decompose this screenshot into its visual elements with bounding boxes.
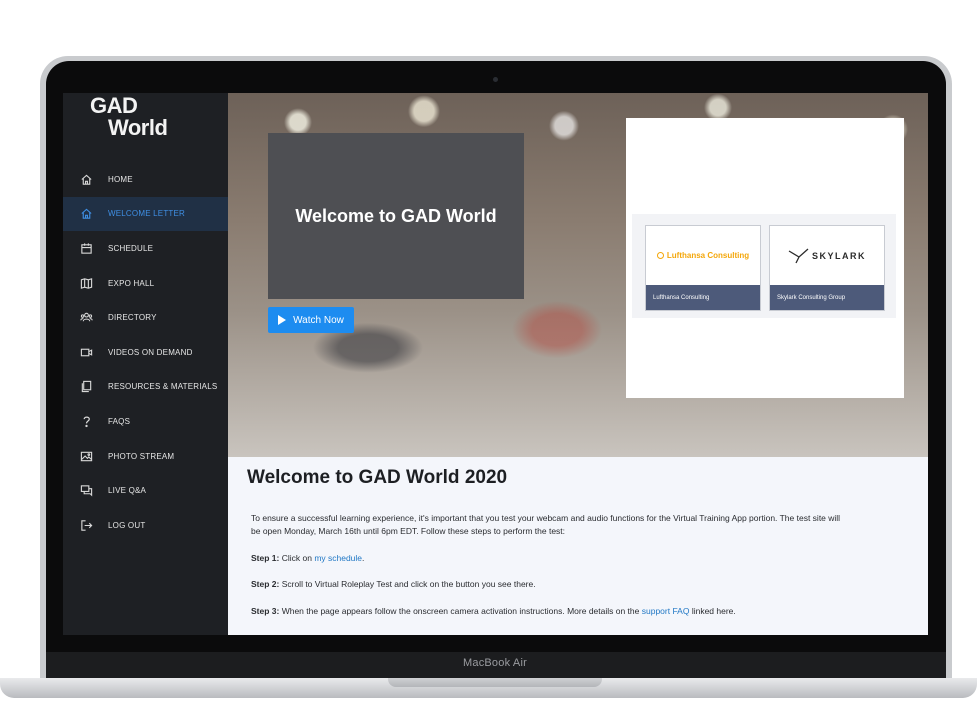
skylark-logo: SKYLARK <box>788 247 866 265</box>
step-label: Step 3: <box>251 606 280 616</box>
sponsor-panel: Lufthansa Consulting Lufthansa Consultin… <box>626 118 904 398</box>
sidebar-item-resources-materials[interactable]: RESOURCES & MATERIALS <box>63 370 228 405</box>
sidebar-item-label: RESOURCES & MATERIALS <box>108 382 218 392</box>
welcome-letter-content: Welcome to GAD World 2020 To ensure a su… <box>228 457 928 635</box>
watch-now-label: Watch Now <box>293 314 344 326</box>
sidebar-item-label: SCHEDULE <box>108 243 154 253</box>
sidebar-item-log-out[interactable]: LOG OUT <box>63 508 228 543</box>
intro-paragraph: To ensure a successful learning experien… <box>251 512 840 538</box>
step-end: linked here. <box>689 606 736 616</box>
sidebar-item-photo-stream[interactable]: PHOTO STREAM <box>63 439 228 474</box>
page-title: Welcome to GAD World 2020 <box>247 467 508 488</box>
watch-now-button[interactable]: Watch Now <box>268 307 354 333</box>
sponsor-logo-area: Lufthansa Consulting <box>646 226 760 285</box>
video-icon <box>79 345 93 359</box>
sidebar-item-label: WELCOME LETTER <box>108 209 186 219</box>
question-icon <box>79 414 93 428</box>
sidebar-nav: HOME WELCOME LETTER SCHEDULE EXPO HALL D… <box>63 162 228 543</box>
my-schedule-link[interactable]: my schedule <box>314 553 362 563</box>
sidebar: GAD World HOME WELCOME LETTER SCHEDULE E… <box>63 93 228 635</box>
sidebar-item-live-qa[interactable]: LIVE Q&A <box>63 473 228 508</box>
sidebar-item-videos-on-demand[interactable]: VIDEOS ON DEMAND <box>63 335 228 370</box>
sidebar-item-label: LIVE Q&A <box>108 486 147 496</box>
chat-icon <box>79 484 93 498</box>
sidebar-item-label: LOG OUT <box>108 520 146 530</box>
step-text: Click on <box>279 553 315 563</box>
webcam-dot <box>493 77 498 82</box>
sponsor-caption: Lufthansa Consulting <box>646 285 760 310</box>
logout-icon <box>79 518 93 532</box>
step-label: Step 1: <box>251 553 280 563</box>
logo-line-1: GAD <box>90 93 138 118</box>
sidebar-item-welcome-letter[interactable]: WELCOME LETTER <box>63 196 228 232</box>
sidebar-item-label: VIDEOS ON DEMAND <box>108 347 193 357</box>
sidebar-item-label: DIRECTORY <box>108 313 157 323</box>
logo-line-2: World <box>108 115 168 140</box>
documents-icon <box>79 380 93 394</box>
sponsor-strip: Lufthansa Consulting Lufthansa Consultin… <box>632 214 896 318</box>
hero-banner: Welcome to GAD World Watch Now Lufthansa… <box>228 93 928 457</box>
lufthansa-logo: Lufthansa Consulting <box>656 251 750 260</box>
sidebar-item-directory[interactable]: DIRECTORY <box>63 300 228 335</box>
play-icon <box>278 315 287 325</box>
sidebar-item-expo-hall[interactable]: EXPO HALL <box>63 266 228 301</box>
sidebar-item-label: EXPO HALL <box>108 278 155 288</box>
sponsor-card-lufthansa[interactable]: Lufthansa Consulting Lufthansa Consultin… <box>645 225 761 311</box>
intro-line-2: be open Monday, March 16th until 6pm EDT… <box>251 526 566 536</box>
step-3: Step 3: When the page appears follow the… <box>251 605 736 618</box>
intro-line-1: To ensure a successful learning experien… <box>251 513 841 523</box>
screen: GAD World HOME WELCOME LETTER SCHEDULE E… <box>63 93 928 635</box>
step-text: Scroll to Virtual Roleplay Test and clic… <box>279 579 536 589</box>
sidebar-item-label: HOME <box>108 174 133 184</box>
lufthansa-logo-text: Lufthansa Consulting <box>666 251 750 260</box>
bird-icon <box>788 248 809 263</box>
lufthansa-crane-icon <box>656 252 664 259</box>
welcome-video-card: Welcome to GAD World <box>268 133 524 299</box>
step-text: When the page appears follow the onscree… <box>279 606 642 616</box>
sidebar-item-home[interactable]: HOME <box>63 162 228 197</box>
people-icon <box>79 311 93 325</box>
welcome-card-title: Welcome to GAD World <box>295 205 497 226</box>
sidebar-item-label: PHOTO STREAM <box>108 451 175 461</box>
laptop-base-notch <box>388 678 602 687</box>
step-end: . <box>362 553 365 563</box>
step-2: Step 2: Scroll to Virtual Roleplay Test … <box>251 578 536 591</box>
sidebar-item-schedule[interactable]: SCHEDULE <box>63 231 228 266</box>
image-icon <box>79 449 93 463</box>
skylark-logo-text: SKYLARK <box>811 250 866 261</box>
home-icon <box>79 207 93 221</box>
sponsor-caption: Skylark Consulting Group <box>770 285 884 310</box>
sidebar-item-label: FAQS <box>108 416 131 426</box>
home-icon <box>79 172 93 186</box>
app-logo[interactable]: GAD World <box>90 95 200 139</box>
step-label: Step 2: <box>251 579 280 589</box>
support-faq-link[interactable]: support FAQ <box>642 606 690 616</box>
map-icon <box>79 276 93 290</box>
calendar-icon <box>79 241 93 255</box>
laptop-brand-label: MacBook Air <box>463 657 527 669</box>
sponsor-logo-area: SKYLARK <box>770 226 884 285</box>
step-1: Step 1: Click on my schedule. <box>251 552 364 565</box>
sidebar-item-faqs[interactable]: FAQS <box>63 404 228 439</box>
sponsor-card-skylark[interactable]: SKYLARK Skylark Consulting Group <box>769 225 885 311</box>
